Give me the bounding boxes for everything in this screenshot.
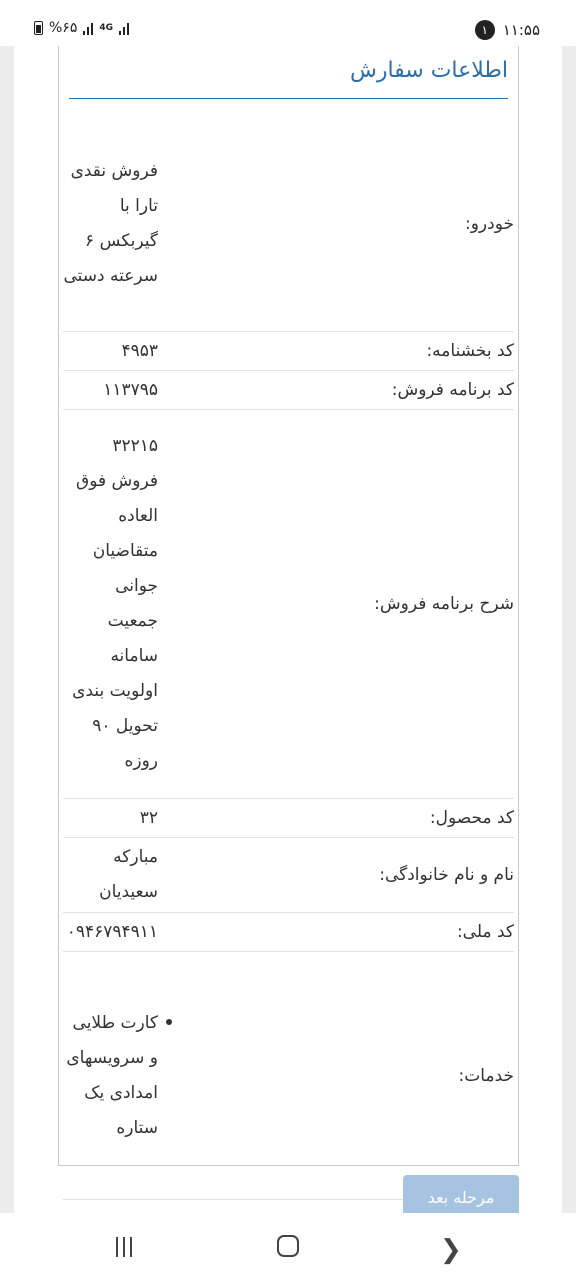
battery-icon bbox=[34, 21, 43, 35]
program-desc-label: شرح برنامه فروش: bbox=[374, 594, 514, 614]
car-label: خودرو: bbox=[464, 213, 514, 234]
row-program-code: کد برنامه فروش: ۱۱۳۷۹۵ bbox=[63, 371, 514, 410]
program-code-value: ۱۱۳۷۹۵ bbox=[103, 379, 158, 400]
program-code-label: کد برنامه فروش: bbox=[391, 380, 514, 400]
product-code-value: ۳۲ bbox=[139, 807, 158, 828]
network-type: 4G bbox=[99, 23, 113, 33]
notification-badge: ۱ bbox=[474, 20, 495, 40]
home-icon[interactable] bbox=[277, 1235, 299, 1257]
navigation-bar: ❯ bbox=[0, 1213, 576, 1280]
battery-level: %۶۵ bbox=[49, 20, 78, 36]
name-label: نام و نام خانوادگی: bbox=[379, 865, 514, 885]
national-id-value: ۰۹۴۶۷۹۴۹۱۱ bbox=[66, 921, 158, 942]
row-car: خودرو: فروش نقدی تارا با گیربکس ۶ سرعته … bbox=[63, 116, 514, 332]
recent-apps-icon[interactable] bbox=[116, 1237, 132, 1257]
services-value: کارت طلایی و سرویسهای امدادی یک ستاره bbox=[63, 1006, 172, 1146]
order-details: خودرو: فروش نقدی تارا با گیربکس ۶ سرعته … bbox=[63, 116, 514, 1200]
bakhshnameh-label: کد بخشنامه: bbox=[426, 341, 514, 361]
back-icon[interactable]: ❯ bbox=[440, 1235, 462, 1265]
panel-title: اطلاعات سفارش bbox=[349, 58, 508, 83]
signal-icon bbox=[83, 21, 94, 35]
row-program-desc: شرح برنامه فروش: ۳۲۲۱۵ فروش فوق العاده م… bbox=[63, 410, 514, 799]
status-time: ۱۱:۵۵ bbox=[502, 21, 540, 39]
services-label: خدمات: bbox=[458, 1065, 514, 1086]
services-list-item: کارت طلایی و سرویسهای امدادی یک ستاره bbox=[63, 1006, 172, 1146]
title-divider bbox=[69, 98, 508, 99]
status-left: %۶۵ 4G bbox=[34, 20, 129, 36]
row-name: نام و نام خانوادگی: مبارکه سعیدیان bbox=[63, 838, 514, 913]
row-bakhshnameh: کد بخشنامه: ۴۹۵۳ bbox=[63, 332, 514, 371]
row-product-code: کد محصول: ۳۲ bbox=[63, 799, 514, 838]
services-item-text: کارت طلایی و سرویسهای امدادی یک ستاره bbox=[66, 1012, 158, 1138]
status-bar: ۱ ۱۱:۵۵ %۶۵ 4G bbox=[0, 0, 576, 46]
product-code-label: کد محصول: bbox=[429, 808, 514, 828]
bakhshnameh-value: ۴۹۵۳ bbox=[121, 340, 158, 361]
bullet-icon bbox=[166, 1018, 172, 1025]
order-info-panel: اطلاعات سفارش خودرو: فروش نقدی تارا با گ… bbox=[58, 46, 519, 1200]
row-national-id: کد ملی: ۰۹۴۶۷۹۴۹۱۱ bbox=[63, 913, 514, 952]
car-value: فروش نقدی تارا با گیربکس ۶ سرعته دستی bbox=[63, 160, 158, 286]
signal-icon-2 bbox=[119, 21, 129, 35]
row-services: خدمات: کارت طلایی و سرویسهای امدادی یک س… bbox=[63, 952, 514, 1200]
program-desc-value: ۳۲۲۱۵ فروش فوق العاده متقاضیان جوانی جمع… bbox=[72, 436, 158, 771]
status-right: ۱ ۱۱:۵۵ bbox=[474, 20, 540, 40]
national-id-label: کد ملی: bbox=[456, 922, 514, 942]
services-list: کارت طلایی و سرویسهای امدادی یک ستاره bbox=[63, 1006, 172, 1146]
name-value: مبارکه سعیدیان bbox=[99, 847, 158, 902]
